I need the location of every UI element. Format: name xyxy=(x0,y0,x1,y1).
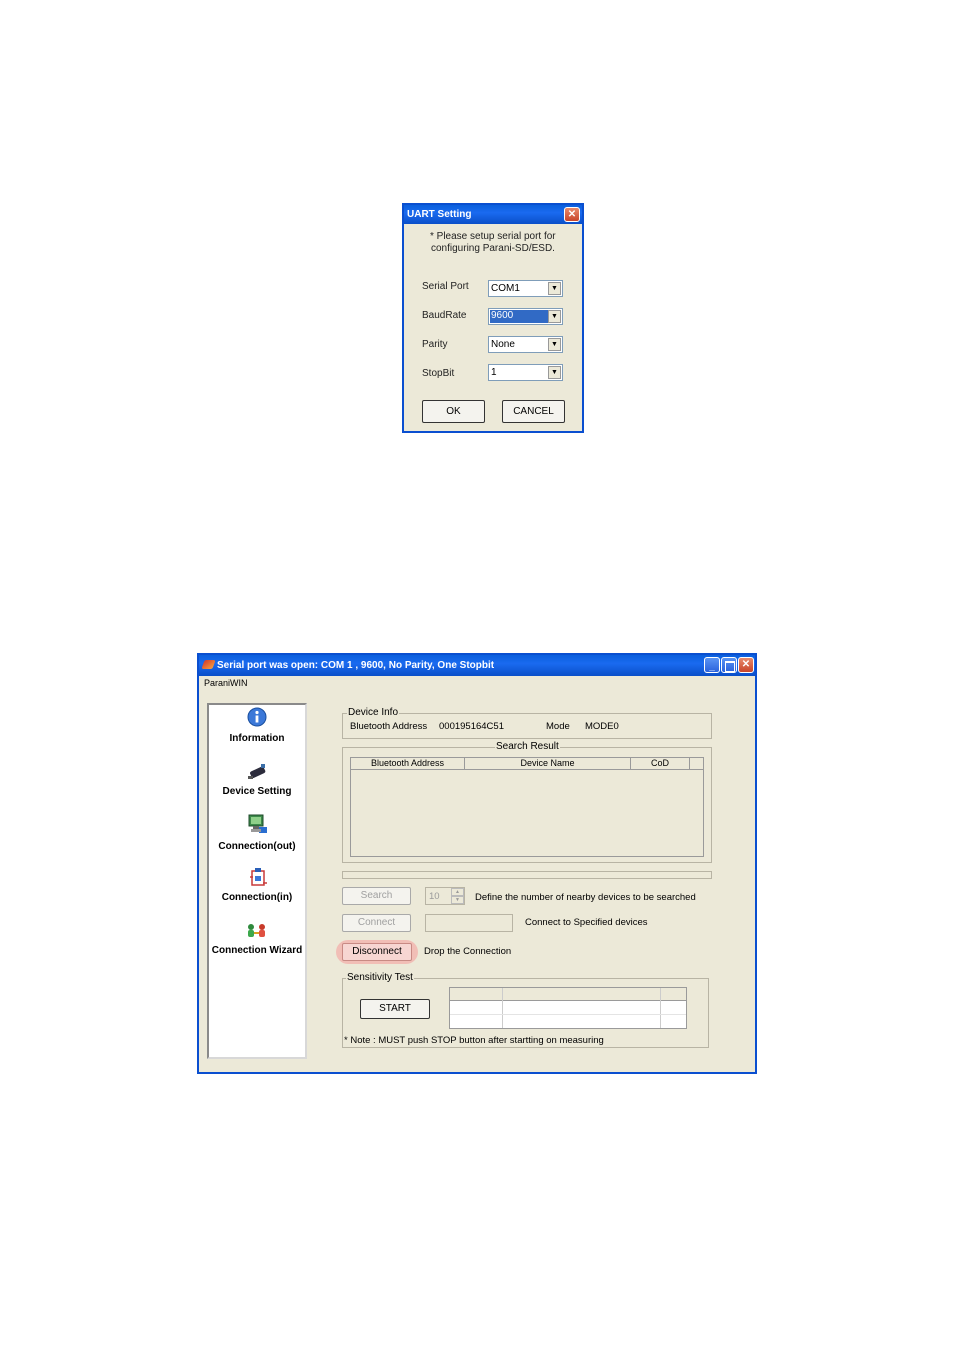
uart-setting-dialog: UART Setting ✕ * Please setup serial por… xyxy=(402,203,584,433)
connection-wizard-icon xyxy=(248,924,265,937)
sensitivity-note: * Note : MUST push STOP button after sta… xyxy=(344,1035,604,1046)
close-icon[interactable]: ✕ xyxy=(738,657,754,673)
main-titlebar: Serial port was open: COM 1 , 9600, No P… xyxy=(199,655,755,676)
nav-label-connection-out: Connection(out) xyxy=(218,841,296,852)
search-result-legend: Search Result xyxy=(495,741,560,752)
chevron-down-icon[interactable]: ▼ xyxy=(548,366,561,379)
nav-item-connection-wizard[interactable]: Connection Wizard xyxy=(209,921,309,961)
close-icon[interactable]: ✕ xyxy=(564,207,580,222)
progress-bar xyxy=(342,871,712,879)
device-setting-icon xyxy=(248,764,266,779)
minimize-icon[interactable]: _ xyxy=(704,657,720,673)
mode-value: MODE0 xyxy=(585,721,619,732)
sensitivity-table xyxy=(449,987,687,1029)
serial-port-value: COM1 xyxy=(491,283,520,294)
nav-item-connection-in[interactable]: Connection(in) xyxy=(209,867,305,907)
connection-in-icon xyxy=(250,868,267,886)
search-result-group: Search Result Bluetooth Address Device N… xyxy=(342,741,712,863)
serial-port-label: Serial Port xyxy=(422,281,469,292)
baudrate-value: 9600 xyxy=(490,310,548,323)
mode-label: Mode xyxy=(546,721,570,732)
spin-down-icon[interactable]: ▼ xyxy=(451,896,464,904)
disconnect-description: Drop the Connection xyxy=(424,946,512,957)
paraniwin-window: Serial port was open: COM 1 , 9600, No P… xyxy=(197,653,757,1074)
parity-select[interactable]: None ▼ xyxy=(488,336,563,353)
uart-dialog-titlebar: UART Setting ✕ xyxy=(404,205,582,224)
stopbit-value: 1 xyxy=(491,367,497,378)
information-icon xyxy=(247,707,267,727)
nav-item-information[interactable]: Information xyxy=(209,707,305,747)
start-button[interactable]: START xyxy=(360,999,430,1019)
nav-label-device-setting: Device Setting xyxy=(222,786,292,797)
bluetooth-address-label: Bluetooth Address xyxy=(350,721,428,732)
cancel-button[interactable]: CANCEL xyxy=(502,400,565,423)
connect-button[interactable]: Connect xyxy=(342,914,411,932)
stopbit-select[interactable]: 1 ▼ xyxy=(488,364,563,381)
search-count-stepper[interactable]: 10 ▲ ▼ xyxy=(425,887,465,905)
nav-panel: Information Device Setting Connection(ou… xyxy=(207,703,307,1059)
chevron-down-icon[interactable]: ▼ xyxy=(548,282,561,295)
disconnect-button[interactable]: Disconnect xyxy=(342,943,412,961)
connect-description: Connect to Specified devices xyxy=(525,917,648,928)
nav-label-connection-in: Connection(in) xyxy=(221,892,293,903)
spin-up-icon[interactable]: ▲ xyxy=(451,888,464,896)
window-title: Serial port was open: COM 1 , 9600, No P… xyxy=(217,660,495,671)
device-info-group: Device Info Bluetooth Address 000195164C… xyxy=(342,707,712,739)
app-icon xyxy=(201,660,216,669)
search-count-value: 10 xyxy=(429,891,440,902)
nav-item-connection-out[interactable]: Connection(out) xyxy=(209,813,305,855)
sensitivity-test-legend: Sensitivity Test xyxy=(346,972,414,983)
chevron-down-icon[interactable]: ▼ xyxy=(548,338,561,351)
chevron-down-icon[interactable]: ▼ xyxy=(548,310,561,323)
parity-label: Parity xyxy=(422,339,448,350)
parity-value: None xyxy=(491,339,515,350)
sensitivity-test-group: Sensitivity Test START * Note : MUST pus… xyxy=(342,972,709,1048)
bluetooth-address-value: 000195164C51 xyxy=(439,721,504,732)
search-description: Define the number of nearby devices to b… xyxy=(475,892,696,903)
uart-instruction-line2: configuring Parani-SD/ESD. xyxy=(431,243,555,254)
search-result-list[interactable]: Bluetooth Address Device Name CoD xyxy=(350,757,704,857)
maximize-icon[interactable] xyxy=(721,657,737,673)
baudrate-label: BaudRate xyxy=(422,310,467,321)
stopbit-label: StopBit xyxy=(422,368,455,379)
device-info-legend: Device Info xyxy=(347,707,400,718)
nav-label-connection-wizard: Connection Wizard xyxy=(211,945,303,956)
menu-paraniwin[interactable]: ParaniWIN xyxy=(204,678,248,688)
nav-label-information: Information xyxy=(229,733,285,744)
col-bluetooth-address[interactable]: Bluetooth Address xyxy=(351,758,465,769)
connection-out-icon xyxy=(248,814,267,833)
uart-dialog-title: UART Setting xyxy=(407,209,472,220)
ok-button[interactable]: OK xyxy=(422,400,485,423)
nav-item-device-setting[interactable]: Device Setting xyxy=(209,761,305,801)
search-result-header: Bluetooth Address Device Name CoD xyxy=(351,758,703,770)
serial-port-select[interactable]: COM1 ▼ xyxy=(488,280,563,297)
col-device-name[interactable]: Device Name xyxy=(465,758,631,769)
connect-address-input[interactable] xyxy=(425,914,513,932)
uart-instruction-line1: * Please setup serial port for xyxy=(430,231,556,242)
search-button[interactable]: Search xyxy=(342,887,411,905)
baudrate-select[interactable]: 9600 ▼ xyxy=(488,308,563,325)
col-cod[interactable]: CoD xyxy=(631,758,690,769)
